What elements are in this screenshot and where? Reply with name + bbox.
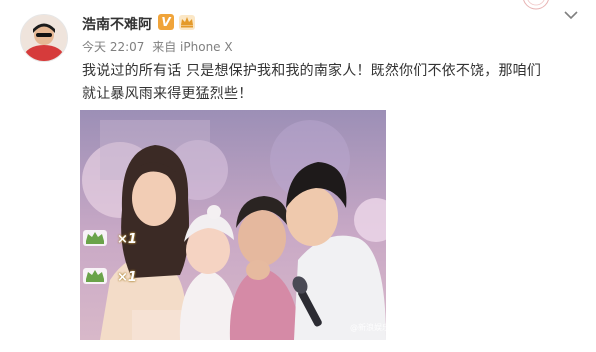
crown-icon[interactable] [178, 13, 196, 31]
post-source: 来自 iPhone X [152, 40, 233, 54]
verified-badge-icon[interactable]: V [158, 14, 174, 30]
avatar[interactable] [20, 14, 68, 62]
username[interactable]: 浩南不难阿 [82, 14, 152, 34]
timestamp[interactable]: 今天 22:07 [82, 40, 144, 54]
gift-icon [83, 230, 107, 246]
weibo-post: 浩南不难阿 V 今天 22:07 来自 iPhone X 我说过的所有话 只是想… [0, 0, 596, 352]
gift-count: ×1 [117, 270, 137, 285]
post-text: 我说过的所有话 只是想保护我和我的南家人！既然你们不依不饶，那咱们就让暴风雨来得… [82, 63, 542, 102]
gift-icon [83, 268, 107, 284]
stamp-icon [523, 0, 549, 10]
verified-badge-label: V [161, 15, 171, 29]
post-meta: 今天 22:07 来自 iPhone X [82, 38, 237, 55]
gift-count: ×1 [117, 232, 137, 247]
photo-watermark: @新浪娱乐 [350, 323, 390, 332]
post-photo[interactable] [80, 110, 386, 340]
photo-illustration [80, 110, 386, 340]
chevron-down-icon[interactable] [563, 9, 579, 21]
